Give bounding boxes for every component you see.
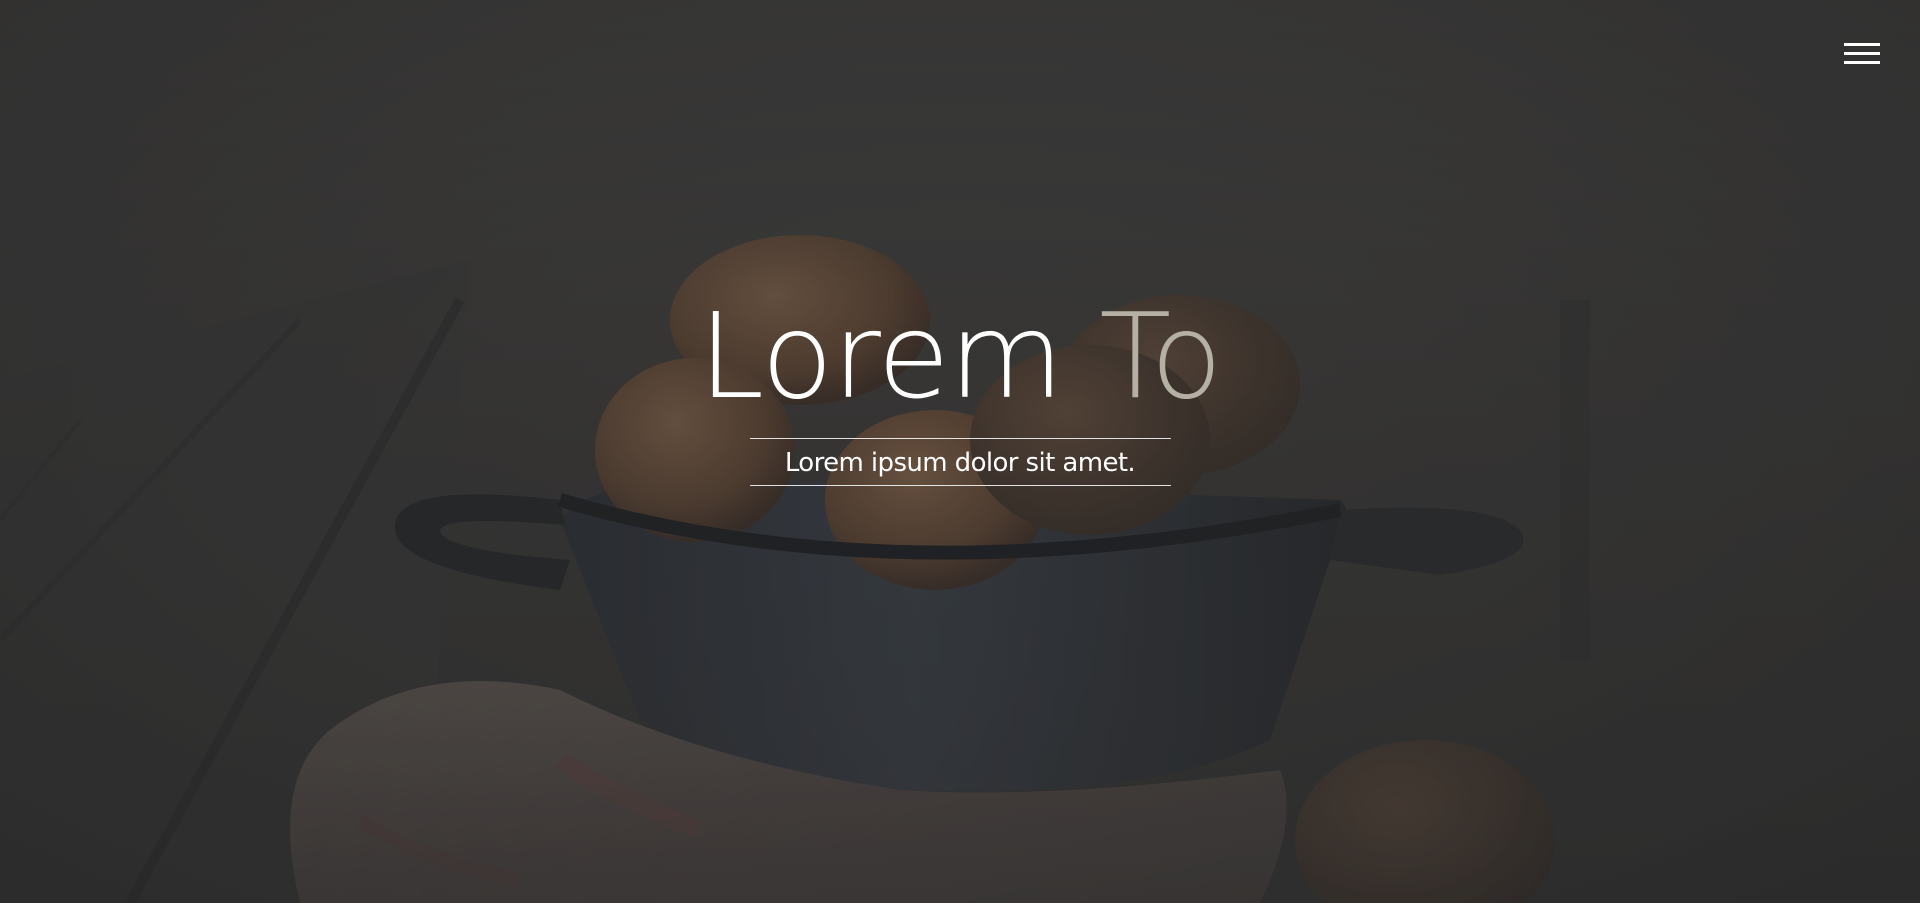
menu-bar-middle <box>1844 52 1880 55</box>
hero-subtitle: Lorem ipsum dolor sit amet. <box>784 448 1136 478</box>
hero-title-accent: To <box>1099 287 1222 425</box>
hero-section: Lorem To Lorem ipsum dolor sit amet. <box>0 0 1920 903</box>
hero-title-main: Lorem <box>698 287 1063 425</box>
hero-subtitle-frame: Lorem ipsum dolor sit amet. <box>749 438 1171 486</box>
hero-title: Lorem To <box>0 292 1920 420</box>
hamburger-menu-icon[interactable] <box>1844 40 1880 68</box>
menu-bar-top <box>1844 43 1880 46</box>
hero-title-block: Lorem To Lorem ipsum dolor sit amet. <box>0 292 1920 486</box>
menu-bar-bottom <box>1844 61 1880 64</box>
